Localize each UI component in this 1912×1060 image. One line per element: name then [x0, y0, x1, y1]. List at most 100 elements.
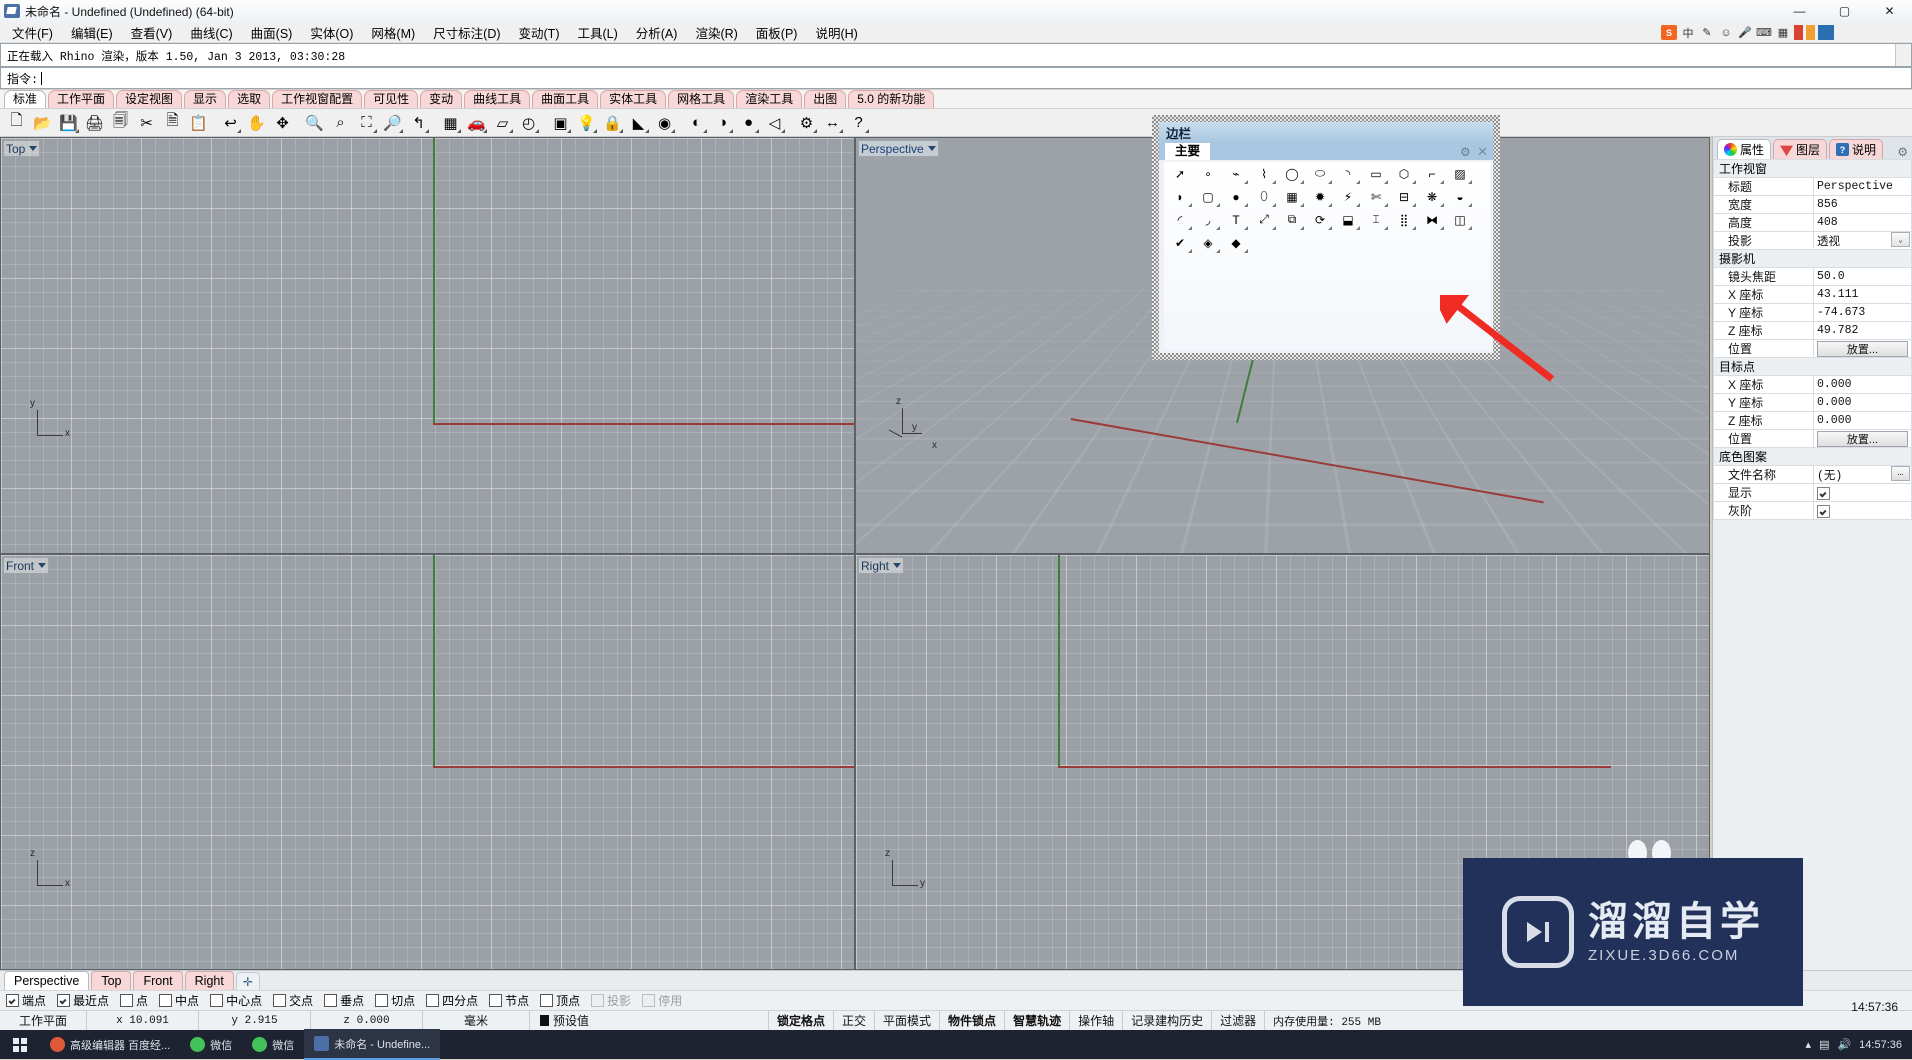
- rectangle-icon[interactable]: ▭: [1363, 162, 1389, 185]
- menu-item-tools[interactable]: 工具(L): [568, 21, 626, 44]
- flyout-corner-icon[interactable]: [1272, 226, 1276, 230]
- menu-item-dimension[interactable]: 尺寸标注(D): [424, 21, 509, 44]
- flyout-corner-icon[interactable]: [1272, 180, 1276, 184]
- box-icon[interactable]: ▢: [1195, 185, 1221, 208]
- checkbox-checked-icon[interactable]: [57, 994, 71, 1007]
- close-button[interactable]: ✕: [1867, 0, 1912, 22]
- copy-icon[interactable]: 🗎: [160, 110, 185, 135]
- save-file-icon[interactable]: 💾: [56, 110, 81, 135]
- point-icon[interactable]: ∘: [1195, 162, 1221, 185]
- taskbar-item-wechat-2[interactable]: 微信: [242, 1030, 304, 1059]
- taskbar-item-browser[interactable]: 高级编辑器 百度经...: [40, 1030, 180, 1059]
- ime-orange-icon[interactable]: [1806, 25, 1815, 40]
- flyout-corner-icon[interactable]: [75, 129, 79, 133]
- boolean-difference-icon[interactable]: ◒: [1447, 185, 1473, 208]
- flyout-corner-icon[interactable]: [1440, 180, 1444, 184]
- menu-item-transform[interactable]: 变动(T): [510, 21, 569, 44]
- circle-icon[interactable]: ◯: [1279, 162, 1305, 185]
- place-button[interactable]: 放置...: [1817, 340, 1908, 357]
- flyout-corner-icon[interactable]: [645, 129, 649, 133]
- command-history-scrollbar[interactable]: [1895, 44, 1911, 66]
- status-toggle-gumball[interactable]: 操作轴: [1070, 1011, 1124, 1030]
- flyout-corner-icon[interactable]: [509, 129, 513, 133]
- ime-pen-icon[interactable]: ✎: [1699, 25, 1715, 40]
- offset-icon[interactable]: ◫: [1447, 208, 1473, 231]
- flyout-corner-icon[interactable]: [1356, 203, 1360, 207]
- layer-icon[interactable]: ◣: [626, 110, 651, 135]
- boolean-split-icon[interactable]: ⚡: [1335, 185, 1361, 208]
- zoom-previous-icon[interactable]: ↰: [406, 110, 431, 135]
- paste-icon[interactable]: 📋: [186, 110, 211, 135]
- mirror-icon[interactable]: ⧓: [1419, 208, 1445, 231]
- flyout-corner-icon[interactable]: [593, 129, 597, 133]
- flyout-corner-icon[interactable]: [483, 129, 487, 133]
- properties-row-value[interactable]: [1813, 483, 1912, 502]
- menu-item-edit[interactable]: 编辑(E): [62, 21, 122, 44]
- flyout-corner-icon[interactable]: [1356, 180, 1360, 184]
- array-icon[interactable]: ⣿: [1391, 208, 1417, 231]
- osnap-中心点[interactable]: 中心点: [210, 992, 262, 1009]
- object-properties-icon[interactable]: ▣: [548, 110, 573, 135]
- flyout-corner-icon[interactable]: [1244, 203, 1248, 207]
- toolbar-tab-standard[interactable]: 标准: [4, 90, 47, 108]
- export-icon[interactable]: 🗐: [108, 110, 133, 135]
- flyout-corner-icon[interactable]: [1440, 203, 1444, 207]
- flyout-corner-icon[interactable]: [1244, 180, 1248, 184]
- ime-grid-icon[interactable]: ▦: [1775, 25, 1791, 40]
- flyout-corner-icon[interactable]: [535, 129, 539, 133]
- color-wheel-icon[interactable]: ◉: [652, 110, 677, 135]
- toolbar-tab-whatsnew[interactable]: 5.0 的新功能: [848, 90, 935, 108]
- checkbox-checked-icon[interactable]: [6, 994, 19, 1007]
- status-toggle-planar[interactable]: 平面模式: [875, 1011, 941, 1030]
- place-button[interactable]: 放置...: [1817, 430, 1908, 447]
- flyout-corner-icon[interactable]: [1328, 226, 1332, 230]
- check-icon[interactable]: ✔: [1167, 231, 1193, 254]
- surface-from-points-icon[interactable]: ▨: [1447, 162, 1473, 185]
- menu-item-mesh[interactable]: 网格(M): [362, 21, 424, 44]
- blend-curve-icon[interactable]: ◞: [1195, 208, 1221, 231]
- polyline-icon[interactable]: ⌁: [1223, 162, 1249, 185]
- flyout-corner-icon[interactable]: [1244, 226, 1248, 230]
- flyout-corner-icon[interactable]: [1300, 226, 1304, 230]
- flyout-corner-icon[interactable]: [1188, 249, 1192, 253]
- chevron-down-icon[interactable]: ⌄: [1891, 232, 1910, 247]
- gear-icon[interactable]: ⚙: [1897, 145, 1908, 159]
- maximize-button[interactable]: ▢: [1822, 0, 1867, 22]
- flyout-corner-icon[interactable]: [425, 129, 429, 133]
- osnap-垂点[interactable]: 垂点: [324, 992, 364, 1009]
- properties-row-value[interactable]: 43.111: [1813, 285, 1912, 304]
- viewport-tab-front[interactable]: Front: [133, 971, 183, 990]
- front-viewport-dropdown-icon[interactable]: [38, 563, 47, 568]
- properties-row-value[interactable]: Perspective: [1813, 177, 1912, 196]
- properties-row-value[interactable]: 50.0: [1813, 267, 1912, 286]
- front-viewport-title[interactable]: Front: [3, 557, 50, 574]
- flyout-corner-icon[interactable]: [237, 129, 241, 133]
- flyout-corner-icon[interactable]: [1216, 226, 1220, 230]
- ime-red-icon[interactable]: [1794, 25, 1803, 40]
- flyout-corner-icon[interactable]: [1300, 180, 1304, 184]
- checkbox-unchecked-icon[interactable]: [642, 994, 656, 1007]
- ellipse-icon[interactable]: ⬭: [1307, 162, 1333, 185]
- flyout-corner-icon[interactable]: [813, 129, 817, 133]
- osnap-端点[interactable]: 端点: [6, 992, 46, 1009]
- browse-file-button[interactable]: …: [1891, 466, 1910, 481]
- osnap-交点[interactable]: 交点: [273, 992, 313, 1009]
- explode-icon[interactable]: ✹: [1307, 185, 1333, 208]
- flyout-corner-icon[interactable]: [1272, 203, 1276, 207]
- taskbar-item-rhino[interactable]: 未命名 - Undefine...: [304, 1029, 441, 1060]
- scale-icon[interactable]: ⬓: [1335, 208, 1361, 231]
- status-toggle-grid-snap[interactable]: 锁定格点: [769, 1011, 835, 1030]
- osnap-点[interactable]: 点: [120, 992, 148, 1009]
- status-toggle-record-history[interactable]: 记录建构历史: [1123, 1011, 1213, 1030]
- perspective-viewport-title[interactable]: Perspective: [858, 140, 939, 157]
- shear-icon[interactable]: ⌶: [1363, 208, 1389, 231]
- osnap-投影[interactable]: 投影: [591, 992, 631, 1009]
- cut-icon[interactable]: ✂: [134, 110, 159, 135]
- zoom-window-icon[interactable]: ⌕: [328, 110, 353, 135]
- floating-toolbar-caption[interactable]: 边栏: [1159, 122, 1493, 143]
- material-icon[interactable]: ◆: [1223, 231, 1249, 254]
- checkbox-unchecked-icon[interactable]: [591, 994, 605, 1007]
- checkbox-unchecked-icon[interactable]: [324, 994, 338, 1007]
- new-file-icon[interactable]: 🗋: [4, 110, 29, 135]
- toolbar-tab-select[interactable]: 选取: [228, 90, 271, 108]
